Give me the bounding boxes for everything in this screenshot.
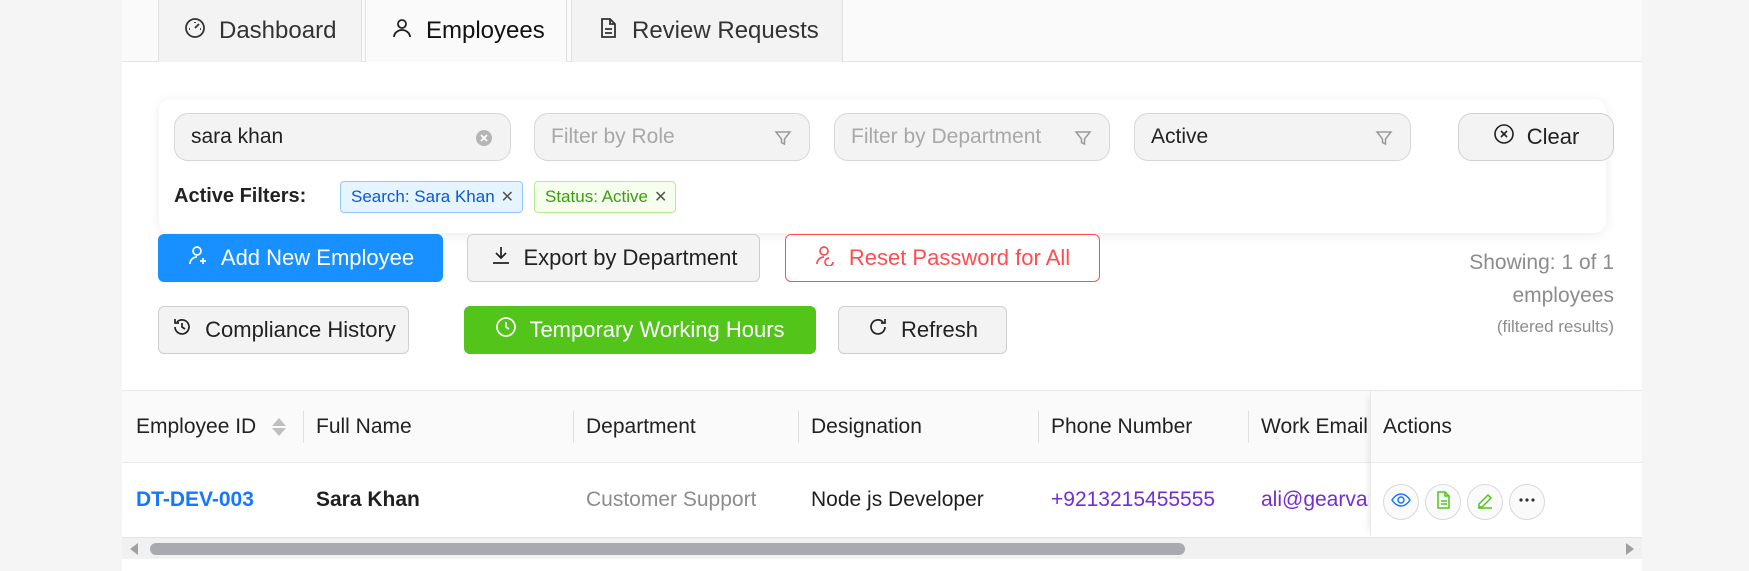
pencil-icon [1475,490,1495,515]
compliance-history-button[interactable]: Compliance History [158,306,409,354]
refresh-icon [867,316,889,344]
tab-employees[interactable]: Employees [365,0,567,62]
email-link[interactable]: ali@gearvan [1261,464,1369,536]
user-reset-icon [815,244,837,272]
close-icon[interactable]: ✕ [501,187,514,207]
document-icon [596,16,620,47]
actions-column [1370,391,1642,536]
full-name-cell: Sara Khan [316,488,420,511]
clear-button[interactable]: Clear [1458,113,1614,161]
tab-review-requests[interactable]: Review Requests [571,0,843,62]
dashboard-icon [183,16,207,47]
export-department-button[interactable]: Export by Department [467,234,760,282]
clock-icon [495,316,517,344]
search-input[interactable]: sara khan [174,113,511,161]
department-cell: Customer Support [586,488,757,511]
more-button[interactable] [1509,484,1545,520]
add-employee-button[interactable]: Add New Employee [158,234,443,282]
reset-password-button[interactable]: Reset Password for All [785,234,1100,282]
tab-label: Employees [426,17,545,44]
tab-bar: Dashboard Employees Review Requests [122,0,1642,62]
column-full-name: Full Name [316,415,412,438]
column-phone: Phone Number [1051,415,1193,438]
employee-table: Employee ID Full Name Department Designa… [122,390,1642,571]
results-summary: Showing: 1 of 1 employees (filtered resu… [1469,251,1614,336]
column-employee-id[interactable]: Employee ID [136,391,287,463]
close-icon[interactable]: ✕ [654,187,667,207]
column-designation: Designation [811,415,922,438]
scrollbar-thumb[interactable] [150,543,1185,555]
status-filter[interactable]: Active [1134,113,1411,161]
eye-icon [1391,490,1411,515]
tab-dashboard[interactable]: Dashboard [158,0,362,62]
main-panel: Dashboard Employees Review Requests sara… [122,0,1642,571]
more-icon [1517,490,1537,515]
add-user-icon [187,244,209,272]
sort-icon[interactable] [272,418,287,436]
scroll-right-arrow[interactable] [1626,543,1634,555]
filter-tag-status: Status: Active ✕ [534,181,677,213]
document-button[interactable] [1425,484,1461,520]
document-icon [1433,490,1453,515]
employee-id-link[interactable]: DT-DEV-003 [136,464,254,536]
tab-label: Dashboard [219,17,337,44]
user-icon [390,16,414,47]
column-work-email: Work Email [1261,415,1368,438]
edit-button[interactable] [1467,484,1503,520]
horizontal-scrollbar[interactable] [122,537,1642,559]
department-filter[interactable]: Filter by Department [834,113,1110,161]
active-filters-label: Active Filters: [174,185,307,207]
history-icon [171,316,193,344]
scroll-left-arrow[interactable] [130,543,138,555]
filter-card: sara khan Filter by Role Filter by Depar… [159,99,1614,233]
download-icon [490,244,512,272]
refresh-button[interactable]: Refresh [838,306,1007,354]
filter-tag-search: Search: Sara Khan ✕ [340,181,524,213]
designation-cell: Node js Developer [811,488,984,511]
column-department: Department [586,415,696,438]
tab-label: Review Requests [632,17,819,44]
view-button[interactable] [1383,484,1419,520]
phone-link[interactable]: +9213215455555 [1051,464,1215,536]
close-circle-icon [1493,123,1515,151]
role-filter[interactable]: Filter by Role [534,113,810,161]
temporary-hours-button[interactable]: Temporary Working Hours [464,306,816,354]
